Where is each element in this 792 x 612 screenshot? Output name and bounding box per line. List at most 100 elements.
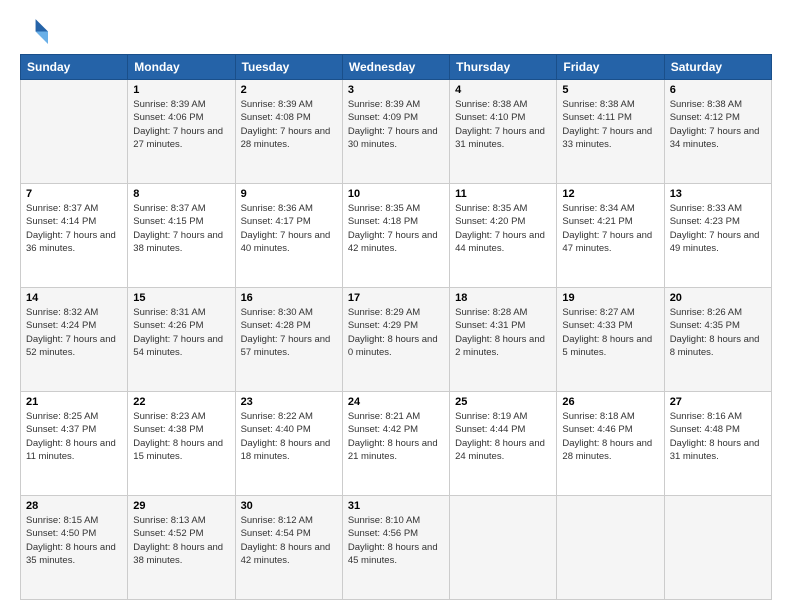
calendar-cell: [664, 496, 771, 600]
calendar-cell: [21, 80, 128, 184]
calendar-cell: 27 Sunrise: 8:16 AMSunset: 4:48 PMDayligh…: [664, 392, 771, 496]
day-number: 28: [26, 500, 122, 512]
calendar-cell: 4 Sunrise: 8:38 AMSunset: 4:10 PMDaylight…: [450, 80, 557, 184]
day-number: 3: [348, 84, 444, 96]
calendar-header-monday: Monday: [128, 55, 235, 80]
calendar-week-1: 1Sunrise: 8:39 AMSunset: 4:06 PMDaylight…: [21, 80, 772, 184]
day-info: Sunrise: 8:18 AMSunset: 4:46 PMDaylight:…: [562, 410, 658, 463]
day-info: Sunrise: 8:21 AMSunset: 4:42 PMDaylight:…: [348, 410, 444, 463]
day-info: Sunrise: 8:30 AMSunset: 4:28 PMDaylight:…: [241, 306, 337, 359]
day-info: Sunrise: 8:12 AMSunset: 4:54 PMDaylight:…: [241, 514, 337, 567]
day-number: 10: [348, 188, 444, 200]
day-info: Sunrise: 8:35 AMSunset: 4:18 PMDaylight:…: [348, 202, 444, 255]
calendar-header-row: SundayMondayTuesdayWednesdayThursdayFrid…: [21, 55, 772, 80]
day-number: 6: [670, 84, 766, 96]
day-info: Sunrise: 8:23 AMSunset: 4:38 PMDaylight:…: [133, 410, 229, 463]
header: [20, 16, 772, 44]
day-number: 15: [133, 292, 229, 304]
calendar-cell: 29Sunrise: 8:13 AMSunset: 4:52 PMDayligh…: [128, 496, 235, 600]
day-number: 21: [26, 396, 122, 408]
day-number: 23: [241, 396, 337, 408]
day-number: 19: [562, 292, 658, 304]
calendar-cell: 20 Sunrise: 8:26 AMSunset: 4:35 PMDayligh…: [664, 288, 771, 392]
day-info: Sunrise: 8:15 AMSunset: 4:50 PMDaylight:…: [26, 514, 122, 567]
day-number: 12: [562, 188, 658, 200]
day-info: Sunrise: 8:28 AMSunset: 4:31 PMDaylight:…: [455, 306, 551, 359]
day-info: Sunrise: 8:37 AMSunset: 4:14 PMDaylight:…: [26, 202, 122, 255]
day-number: 31: [348, 500, 444, 512]
calendar-week-4: 21 Sunrise: 8:25 AMSunset: 4:37 PMDayligh…: [21, 392, 772, 496]
calendar-cell: 30 Sunrise: 8:12 AMSunset: 4:54 PMDayligh…: [235, 496, 342, 600]
day-number: 22: [133, 396, 229, 408]
logo-icon: [20, 16, 48, 44]
day-info: Sunrise: 8:31 AMSunset: 4:26 PMDaylight:…: [133, 306, 229, 359]
calendar-cell: 7 Sunrise: 8:37 AMSunset: 4:14 PMDaylight…: [21, 184, 128, 288]
day-number: 27: [670, 396, 766, 408]
day-info: Sunrise: 8:38 AMSunset: 4:10 PMDaylight:…: [455, 98, 551, 151]
day-number: 20: [670, 292, 766, 304]
day-info: Sunrise: 8:38 AMSunset: 4:12 PMDaylight:…: [670, 98, 766, 151]
calendar-header-thursday: Thursday: [450, 55, 557, 80]
calendar-cell: [557, 496, 664, 600]
calendar-cell: 26Sunrise: 8:18 AMSunset: 4:46 PMDayligh…: [557, 392, 664, 496]
calendar-header-sunday: Sunday: [21, 55, 128, 80]
day-number: 24: [348, 396, 444, 408]
calendar-cell: 17 Sunrise: 8:29 AMSunset: 4:29 PMDayligh…: [342, 288, 449, 392]
day-info: Sunrise: 8:39 AMSunset: 4:06 PMDaylight:…: [133, 98, 229, 151]
calendar-cell: 2 Sunrise: 8:39 AMSunset: 4:08 PMDaylight…: [235, 80, 342, 184]
calendar-cell: 16Sunrise: 8:30 AMSunset: 4:28 PMDayligh…: [235, 288, 342, 392]
calendar-table: SundayMondayTuesdayWednesdayThursdayFrid…: [20, 54, 772, 600]
calendar-cell: 11Sunrise: 8:35 AMSunset: 4:20 PMDayligh…: [450, 184, 557, 288]
day-info: Sunrise: 8:25 AMSunset: 4:37 PMDaylight:…: [26, 410, 122, 463]
day-number: 18: [455, 292, 551, 304]
day-number: 14: [26, 292, 122, 304]
day-info: Sunrise: 8:27 AMSunset: 4:33 PMDaylight:…: [562, 306, 658, 359]
calendar-cell: 24 Sunrise: 8:21 AMSunset: 4:42 PMDayligh…: [342, 392, 449, 496]
calendar-cell: 15 Sunrise: 8:31 AMSunset: 4:26 PMDayligh…: [128, 288, 235, 392]
day-info: Sunrise: 8:32 AMSunset: 4:24 PMDaylight:…: [26, 306, 122, 359]
calendar-cell: 19 Sunrise: 8:27 AMSunset: 4:33 PMDayligh…: [557, 288, 664, 392]
calendar-cell: 22 Sunrise: 8:23 AMSunset: 4:38 PMDayligh…: [128, 392, 235, 496]
calendar-header-tuesday: Tuesday: [235, 55, 342, 80]
calendar-cell: 28 Sunrise: 8:15 AMSunset: 4:50 PMDayligh…: [21, 496, 128, 600]
day-info: Sunrise: 8:39 AMSunset: 4:08 PMDaylight:…: [241, 98, 337, 151]
calendar-cell: 25 Sunrise: 8:19 AMSunset: 4:44 PMDayligh…: [450, 392, 557, 496]
logo: [20, 16, 52, 44]
day-number: 17: [348, 292, 444, 304]
day-number: 5: [562, 84, 658, 96]
calendar-cell: 3 Sunrise: 8:39 AMSunset: 4:09 PMDaylight…: [342, 80, 449, 184]
day-number: 4: [455, 84, 551, 96]
calendar-header-saturday: Saturday: [664, 55, 771, 80]
calendar-cell: 23 Sunrise: 8:22 AMSunset: 4:40 PMDayligh…: [235, 392, 342, 496]
day-info: Sunrise: 8:26 AMSunset: 4:35 PMDaylight:…: [670, 306, 766, 359]
day-info: Sunrise: 8:34 AMSunset: 4:21 PMDaylight:…: [562, 202, 658, 255]
calendar-cell: 13Sunrise: 8:33 AMSunset: 4:23 PMDayligh…: [664, 184, 771, 288]
calendar-cell: 31 Sunrise: 8:10 AMSunset: 4:56 PMDayligh…: [342, 496, 449, 600]
day-info: Sunrise: 8:22 AMSunset: 4:40 PMDaylight:…: [241, 410, 337, 463]
day-info: Sunrise: 8:29 AMSunset: 4:29 PMDaylight:…: [348, 306, 444, 359]
day-number: 8: [133, 188, 229, 200]
calendar-cell: 1Sunrise: 8:39 AMSunset: 4:06 PMDaylight…: [128, 80, 235, 184]
calendar-cell: 6 Sunrise: 8:38 AMSunset: 4:12 PMDaylight…: [664, 80, 771, 184]
calendar-cell: 18 Sunrise: 8:28 AMSunset: 4:31 PMDayligh…: [450, 288, 557, 392]
calendar-cell: 12 Sunrise: 8:34 AMSunset: 4:21 PMDayligh…: [557, 184, 664, 288]
calendar-cell: [450, 496, 557, 600]
calendar-cell: 14 Sunrise: 8:32 AMSunset: 4:24 PMDayligh…: [21, 288, 128, 392]
day-number: 25: [455, 396, 551, 408]
day-number: 7: [26, 188, 122, 200]
day-info: Sunrise: 8:10 AMSunset: 4:56 PMDaylight:…: [348, 514, 444, 567]
calendar-week-5: 28 Sunrise: 8:15 AMSunset: 4:50 PMDayligh…: [21, 496, 772, 600]
calendar-header-wednesday: Wednesday: [342, 55, 449, 80]
day-number: 2: [241, 84, 337, 96]
page: SundayMondayTuesdayWednesdayThursdayFrid…: [0, 0, 792, 612]
day-number: 30: [241, 500, 337, 512]
day-number: 9: [241, 188, 337, 200]
calendar-cell: 8Sunrise: 8:37 AMSunset: 4:15 PMDaylight…: [128, 184, 235, 288]
day-info: Sunrise: 8:33 AMSunset: 4:23 PMDaylight:…: [670, 202, 766, 255]
day-info: Sunrise: 8:39 AMSunset: 4:09 PMDaylight:…: [348, 98, 444, 151]
calendar-header-friday: Friday: [557, 55, 664, 80]
calendar-week-2: 7 Sunrise: 8:37 AMSunset: 4:14 PMDaylight…: [21, 184, 772, 288]
day-info: Sunrise: 8:36 AMSunset: 4:17 PMDaylight:…: [241, 202, 337, 255]
day-info: Sunrise: 8:16 AMSunset: 4:48 PMDaylight:…: [670, 410, 766, 463]
day-info: Sunrise: 8:19 AMSunset: 4:44 PMDaylight:…: [455, 410, 551, 463]
